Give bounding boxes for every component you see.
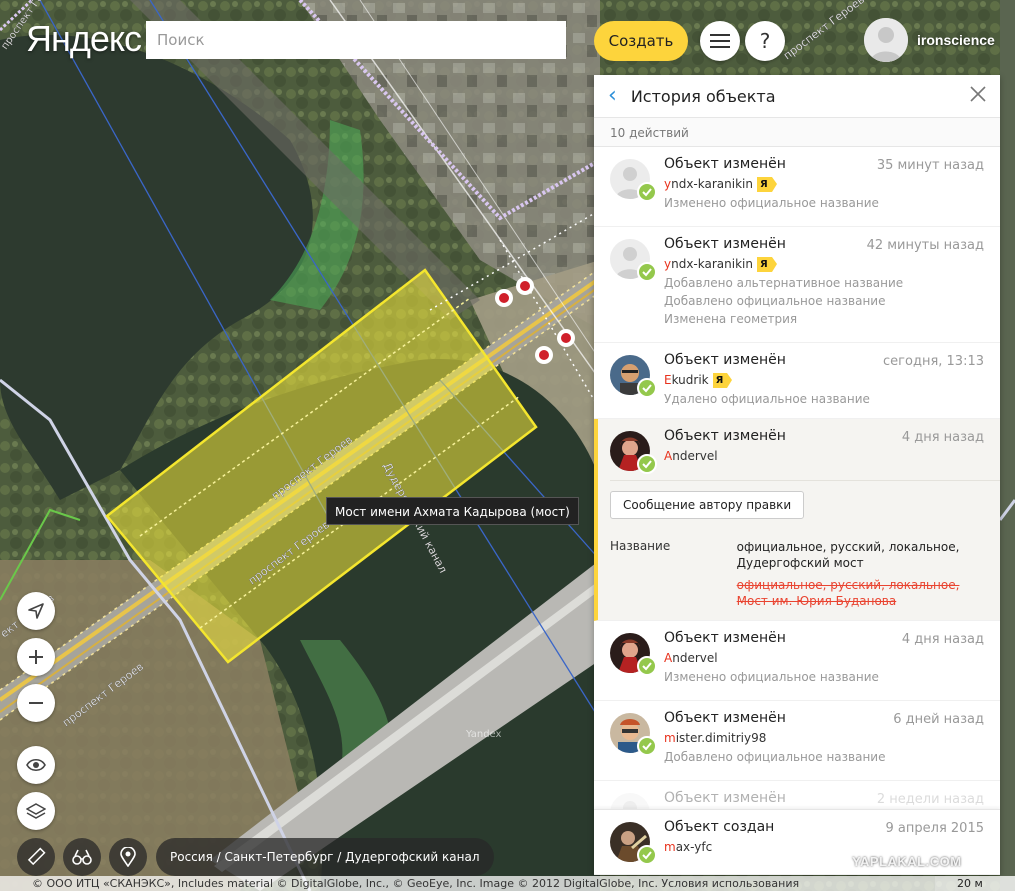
entry-author[interactable]: Andervel (664, 446, 984, 466)
entry-note: Добавлено официальное название (664, 294, 886, 308)
map-scale: 20 м (935, 876, 1015, 891)
history-panel: ‹ История объекта 10 действий Объект изм… (594, 75, 1000, 875)
layers-icon (26, 803, 46, 819)
entry-note: Изменено официальное название (664, 196, 879, 210)
layers-button[interactable] (17, 792, 55, 830)
entry-author[interactable]: Ekudrik Я (664, 370, 984, 390)
locate-icon (28, 603, 44, 619)
zoom-out-button[interactable] (17, 684, 55, 722)
history-entry[interactable]: Объект изменён 4 дня назад Andervel Изме… (594, 621, 1000, 701)
panorama-button[interactable] (63, 838, 101, 876)
entry-note: Удалено официальное название (664, 392, 870, 406)
entry-note: Изменена геометрия (664, 312, 798, 326)
entry-note: Добавлено альтернативное название (664, 276, 904, 290)
close-icon[interactable] (970, 86, 986, 102)
check-icon (637, 378, 657, 398)
avatar[interactable] (864, 18, 908, 62)
yandex-badge-icon: Я (756, 256, 777, 272)
diff-label: Название (610, 539, 671, 553)
history-entry[interactable]: Объект изменён сегодня, 13:13 Ekudrik Я У… (594, 343, 1000, 419)
copyright: © ООО ИТЦ «СКАНЭКС», Includes material ©… (0, 876, 935, 891)
entry-author[interactable]: y ndx-karanikin Я (664, 254, 984, 274)
pin-icon (120, 847, 136, 867)
entry-time: сегодня, 13:13 (883, 354, 984, 369)
ruler-button[interactable] (17, 838, 55, 876)
history-entry[interactable]: Объект изменён 35 минут назад y ndx-karan… (594, 147, 1000, 227)
breadcrumb[interactable]: Россия / Санкт-Петербург / Дудергофский … (156, 838, 494, 876)
site-watermark: YAPLAKAL.COM (852, 854, 962, 869)
create-button[interactable]: Создать (594, 21, 688, 61)
yandex-badge-icon: Я (712, 372, 732, 388)
check-icon (637, 454, 657, 474)
entry-time: 42 минуты назад (866, 238, 984, 253)
entry-time: 4 дня назад (901, 430, 984, 445)
zoom-out-icon (29, 702, 43, 704)
check-icon (637, 182, 657, 202)
map-watermark: Yandex (466, 729, 502, 740)
ruler-icon (27, 847, 46, 866)
yandex-logo[interactable]: Яндекс (26, 18, 142, 60)
entry-author[interactable]: m ister.dimitriy98 (664, 728, 984, 748)
object-tooltip: Мост имени Ахмата Кадырова (мост) (326, 497, 579, 525)
history-entry[interactable]: Объект изменён 6 дней назад m ister.dimit… (594, 701, 1000, 781)
check-icon (637, 262, 657, 282)
diff-new-value: официальное, русский, локальное, Дудерго… (736, 540, 960, 570)
locate-button[interactable] (17, 592, 55, 630)
history-entry-selected[interactable]: Объект изменён 4 дня назад Andervel Сооб… (594, 419, 1000, 621)
entry-author[interactable]: y ndx-karanikin Я (664, 174, 984, 194)
menu-icon (710, 34, 730, 48)
divider (610, 480, 1000, 481)
name-diff: Название официальное, русский, локальное… (610, 539, 984, 609)
check-icon (637, 656, 657, 676)
username[interactable]: ironscience (917, 32, 995, 48)
binoculars-icon (72, 849, 92, 865)
entry-time: 9 апреля 2015 (885, 821, 984, 836)
entry-note: Добавлено официальное название (664, 750, 886, 764)
eye-icon (26, 758, 46, 772)
zoom-in-button[interactable] (17, 638, 55, 676)
user-icon (864, 18, 908, 62)
help-button[interactable]: ? (745, 21, 785, 61)
menu-button[interactable] (700, 21, 740, 61)
yandex-badge-icon: Я (756, 176, 777, 192)
panel-header: ‹ История объекта (594, 75, 1000, 117)
back-arrow-icon[interactable]: ‹ (608, 85, 617, 107)
check-icon (637, 845, 657, 865)
check-icon (637, 736, 657, 756)
history-entry[interactable]: Объект изменён 42 минуты назад y ndx-kara… (594, 227, 1000, 343)
panel-title: История объекта (630, 86, 776, 106)
search-input[interactable] (146, 21, 566, 59)
entry-time: 35 минут назад (876, 158, 984, 173)
pin-button[interactable] (109, 838, 147, 876)
entry-note: Изменено официальное название (664, 670, 879, 684)
zoom-in-icon (29, 650, 43, 664)
entry-time: 6 дней назад (893, 712, 984, 727)
entry-time: 4 дня назад (901, 632, 984, 647)
entry-author[interactable]: Andervel (664, 648, 984, 668)
view-toggle-button[interactable] (17, 746, 55, 784)
entry-time: 2 недели назад (876, 792, 984, 807)
actions-count: 10 действий (594, 117, 1000, 147)
diff-old-value: официальное, русский, локальное, Мост им… (736, 578, 960, 608)
message-author-button[interactable]: Сообщение автору правки (610, 491, 805, 519)
